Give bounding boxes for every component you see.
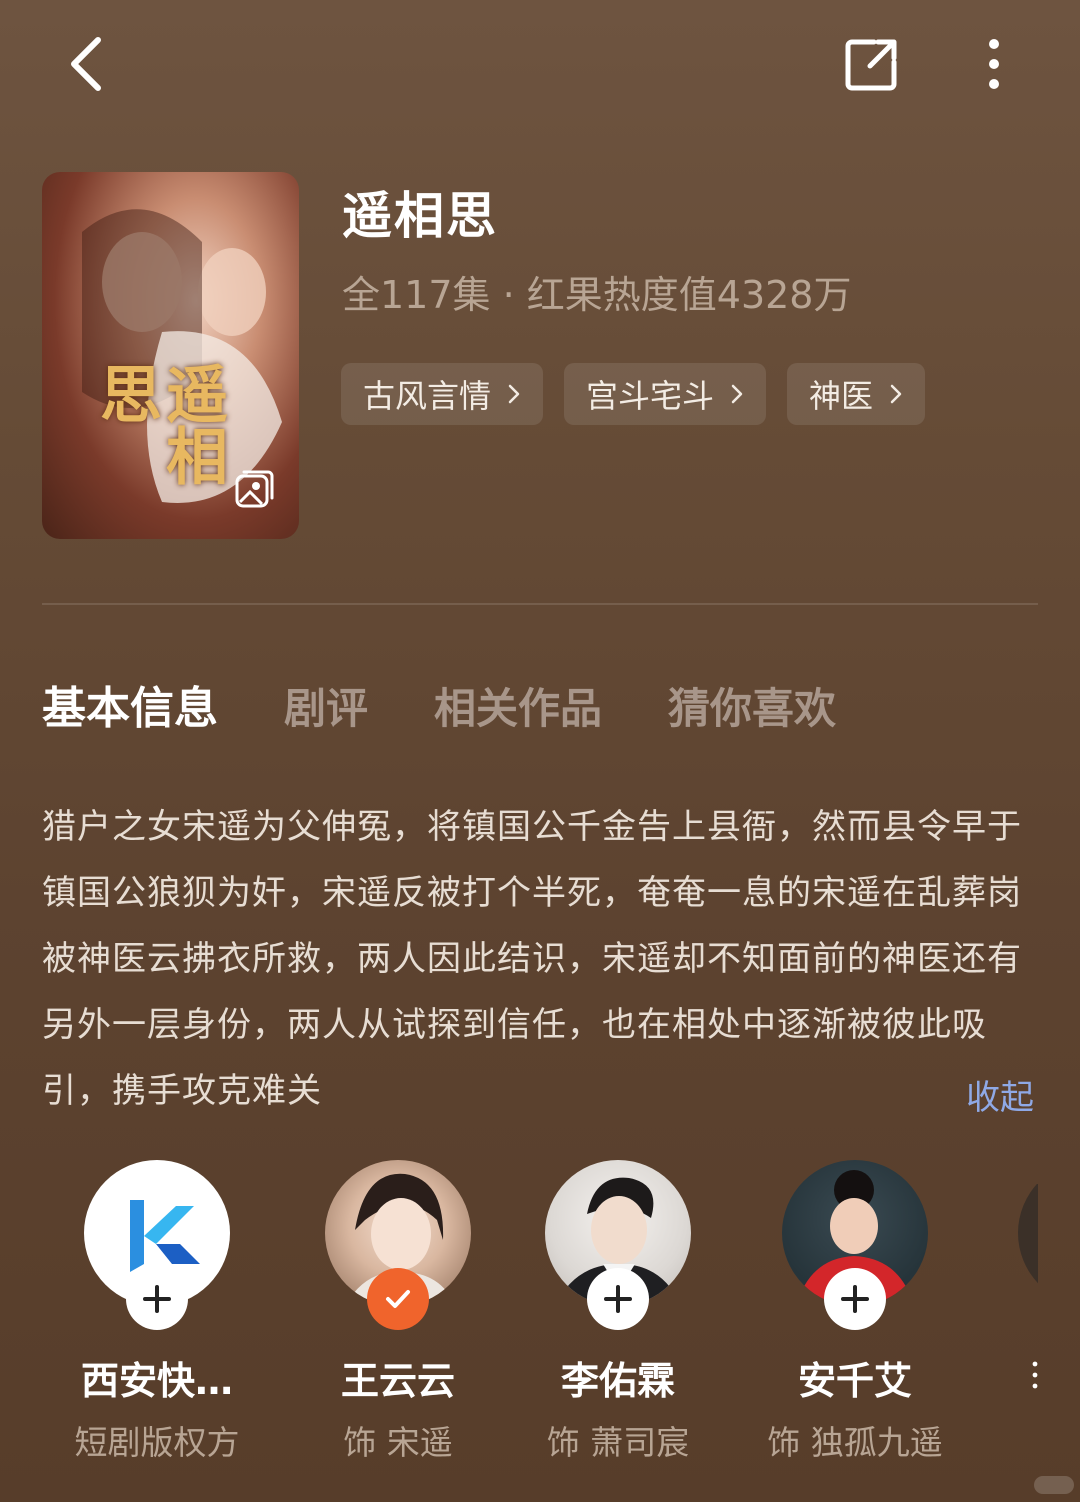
plus-icon (143, 1285, 171, 1313)
tab-recommendations[interactable]: 猜你喜欢 (668, 675, 836, 736)
collapse-link[interactable]: 收起 (966, 1070, 1034, 1119)
gallery-icon[interactable] (234, 468, 276, 510)
more-cast-icon[interactable] (1030, 1360, 1040, 1390)
follow-button[interactable] (126, 1268, 188, 1330)
divider (42, 603, 1038, 605)
synopsis-text: 猎户之女宋遥为父伸冤，将镇国公千金告上县衙，然而县令早于镇国公狼狈为奸，宋遥反被… (42, 807, 1022, 1111)
chevron-right-icon (508, 384, 520, 404)
watermark-logo (1034, 1476, 1074, 1494)
plus-icon (841, 1285, 869, 1313)
genre-tags: 古风言情 宫斗宅斗 神医 (341, 363, 926, 425)
cast-role: 饰 独孤九遥 (767, 1423, 943, 1462)
tag-label: 神医 (809, 377, 874, 415)
tag-label: 宫斗宅斗 (586, 377, 715, 415)
chevron-right-icon (731, 384, 743, 404)
tab-bar: 基本信息 剧评 相关作品 猜你喜欢 (42, 672, 902, 736)
tab-reviews[interactable]: 剧评 (284, 675, 368, 736)
followed-button[interactable] (367, 1268, 429, 1330)
more-vertical-icon[interactable] (980, 36, 1008, 92)
cast-list: 西安快… 短剧版权方 王云云 饰 宋遥 李佑霖 饰 萧司宸 安千艾 饰 独孤九遥 (0, 1160, 1080, 1480)
cast-role: 饰 萧司宸 (546, 1423, 690, 1462)
tag-chip[interactable]: 神医 (787, 363, 926, 425)
follow-button[interactable] (587, 1268, 649, 1330)
follow-button[interactable] (824, 1268, 886, 1330)
share-icon[interactable] (844, 36, 900, 92)
cast-name: 安千艾 (797, 1359, 912, 1403)
cast-role: 短剧版权方 (74, 1423, 240, 1462)
tag-chip[interactable]: 古风言情 (341, 363, 544, 425)
tab-related-works[interactable]: 相关作品 (434, 675, 602, 736)
tag-label: 古风言情 (363, 377, 492, 415)
poster-image[interactable]: 遥相思 (42, 172, 299, 539)
tag-chip[interactable]: 宫斗宅斗 (564, 363, 767, 425)
plus-icon (604, 1285, 632, 1313)
checkmark-icon (386, 1290, 410, 1308)
back-chevron-icon[interactable] (62, 34, 112, 94)
poster-title: 遥相思 (89, 362, 228, 486)
cast-name: 李佑霖 (560, 1359, 675, 1403)
show-meta: 全117集 · 红果热度值4328万 (342, 273, 852, 317)
cast-name: 西安快… (80, 1359, 233, 1403)
tab-basic-info[interactable]: 基本信息 (42, 672, 218, 736)
chevron-right-icon (890, 384, 902, 404)
show-title: 遥相思 (342, 187, 498, 245)
avatar-partial[interactable] (1018, 1184, 1038, 1284)
